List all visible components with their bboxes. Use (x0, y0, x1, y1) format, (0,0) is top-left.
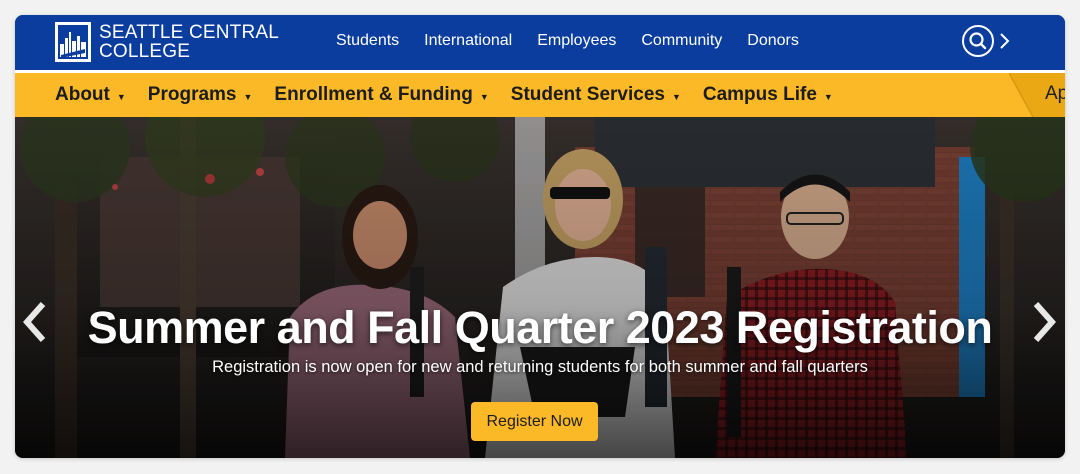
audience-nav: Students International Employees Communi… (336, 15, 824, 67)
search-icon (962, 25, 994, 57)
hero-title: Summer and Fall Quarter 2023 Registratio… (87, 302, 993, 353)
register-now-button[interactable]: Register Now (471, 402, 598, 441)
chevron-right-icon (1000, 33, 1010, 49)
caret-down-icon: ▼ (116, 91, 126, 102)
menu-campus-life[interactable]: Campus Life ▼ (703, 84, 833, 106)
apply-tab-label: Ap (1045, 83, 1065, 104)
chevron-right-icon[interactable] (1028, 300, 1058, 344)
menu-student-services[interactable]: Student Services ▼ (511, 84, 681, 106)
menu-enrollment-label: Enrollment & Funding (274, 84, 473, 105)
nav-link-international[interactable]: International (424, 32, 512, 50)
nav-link-employees[interactable]: Employees (537, 32, 616, 50)
menu-programs-label: Programs (147, 84, 237, 105)
logo-line2: COLLEGE (99, 41, 191, 62)
nav-link-community[interactable]: Community (641, 32, 722, 50)
browser-frame: SEATTLE CENTRAL COLLEGE Students Interna… (15, 15, 1065, 458)
logo-line1: SEATTLE CENTRAL (99, 22, 280, 43)
chevron-left-icon[interactable] (21, 300, 51, 344)
hero-subtitle: Registration is now open for new and ret… (212, 358, 868, 376)
skyline-logo-icon (55, 22, 91, 62)
menu-about-label: About (55, 84, 110, 105)
menu-enrollment-funding[interactable]: Enrollment & Funding ▼ (274, 84, 488, 106)
apply-tab[interactable]: Ap (1009, 73, 1065, 117)
caret-down-icon: ▼ (823, 91, 833, 102)
menu-campus-life-label: Campus Life (702, 84, 817, 105)
hero-carousel: Summer and Fall Quarter 2023 Registratio… (15, 117, 1065, 458)
caret-down-icon: ▼ (671, 91, 681, 102)
nav-link-donors[interactable]: Donors (747, 32, 799, 50)
search-button[interactable] (961, 25, 1021, 57)
main-menu: About ▼ Programs ▼ Enrollment & Funding … (55, 73, 855, 117)
main-menu-bar: About ▼ Programs ▼ Enrollment & Funding … (15, 73, 1065, 117)
top-header: SEATTLE CENTRAL COLLEGE Students Interna… (15, 15, 1065, 73)
caret-down-icon: ▼ (243, 91, 253, 102)
menu-student-services-label: Student Services (510, 84, 665, 105)
logo-wordmark: SEATTLE CENTRAL COLLEGE (99, 23, 279, 61)
college-logo[interactable]: SEATTLE CENTRAL COLLEGE (55, 20, 279, 64)
menu-programs[interactable]: Programs ▼ (148, 84, 253, 106)
nav-link-students[interactable]: Students (336, 32, 399, 50)
menu-about[interactable]: About ▼ (55, 84, 126, 106)
caret-down-icon: ▼ (479, 91, 489, 102)
